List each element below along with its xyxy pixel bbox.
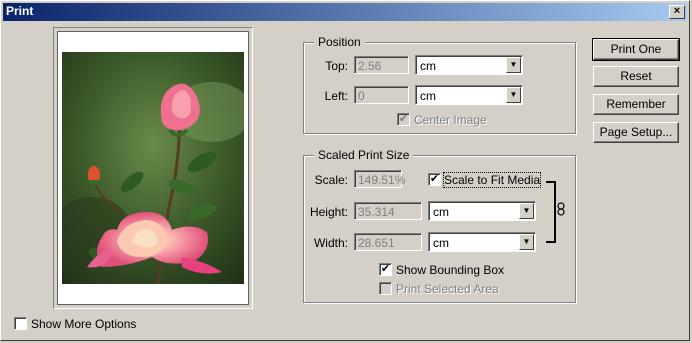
scale-to-fit-label[interactable]: Scale to Fit Media	[442, 172, 542, 188]
scale-label: Scale:	[314, 173, 348, 187]
constrain-proportions-bracket	[546, 181, 556, 243]
page-setup-button[interactable]: Page Setup...	[593, 122, 679, 143]
left-field[interactable]: 0	[354, 86, 409, 104]
reset-button[interactable]: Reset	[593, 66, 679, 87]
width-unit-select[interactable]: cm ▼	[428, 232, 536, 252]
scaled-print-size-title: Scaled Print Size	[314, 148, 414, 162]
print-preview	[53, 27, 253, 309]
chevron-down-icon[interactable]: ▼	[519, 203, 534, 219]
chevron-down-icon[interactable]: ▼	[506, 57, 521, 73]
paper-preview	[57, 31, 249, 305]
top-unit-select[interactable]: cm ▼	[415, 55, 523, 75]
chevron-down-icon[interactable]: ▼	[519, 234, 534, 250]
show-more-options-label[interactable]: Show More Options	[31, 317, 136, 331]
window-title: Print	[6, 4, 34, 18]
center-image-checkbox[interactable]: ✔	[397, 113, 410, 126]
print-one-button[interactable]: Print One	[592, 38, 680, 61]
height-unit-select[interactable]: cm ▼	[428, 201, 536, 221]
width-field[interactable]: 28.651	[354, 233, 422, 251]
print-dialog: Print × Position Top: 2.56 cm ▼ Left: 0 …	[0, 0, 690, 341]
top-field[interactable]: 2.56	[354, 56, 409, 74]
chevron-down-icon[interactable]: ▼	[506, 87, 521, 103]
left-unit-value: cm	[420, 89, 436, 103]
photo-preview[interactable]	[62, 52, 244, 284]
position-group-title: Position	[314, 35, 365, 49]
height-label: Height:	[309, 205, 348, 219]
left-label: Left:	[324, 89, 348, 103]
left-unit-select[interactable]: cm ▼	[415, 85, 523, 105]
height-unit-value: cm	[433, 205, 449, 219]
remember-button[interactable]: Remember	[593, 94, 679, 115]
show-bounding-box-label[interactable]: Show Bounding Box	[396, 263, 504, 277]
chain-link-icon	[557, 202, 565, 219]
close-button[interactable]: ×	[669, 5, 685, 19]
width-unit-value: cm	[433, 236, 449, 250]
show-more-options-checkbox[interactable]	[14, 317, 27, 330]
center-image-label: Center Image	[414, 113, 487, 127]
width-label: Width:	[313, 236, 348, 250]
top-unit-value: cm	[420, 59, 436, 73]
top-label: Top:	[325, 59, 348, 73]
show-bounding-box-checkbox[interactable]: ✔	[379, 263, 392, 276]
scale-to-fit-checkbox[interactable]: ✔	[428, 173, 441, 186]
scale-field[interactable]: 149.51%	[354, 170, 405, 188]
title-bar[interactable]: Print ×	[3, 3, 687, 21]
print-selected-area-label: Print Selected Area	[396, 282, 499, 296]
height-field[interactable]: 35.314	[354, 202, 422, 220]
print-selected-area-checkbox[interactable]	[379, 282, 392, 295]
